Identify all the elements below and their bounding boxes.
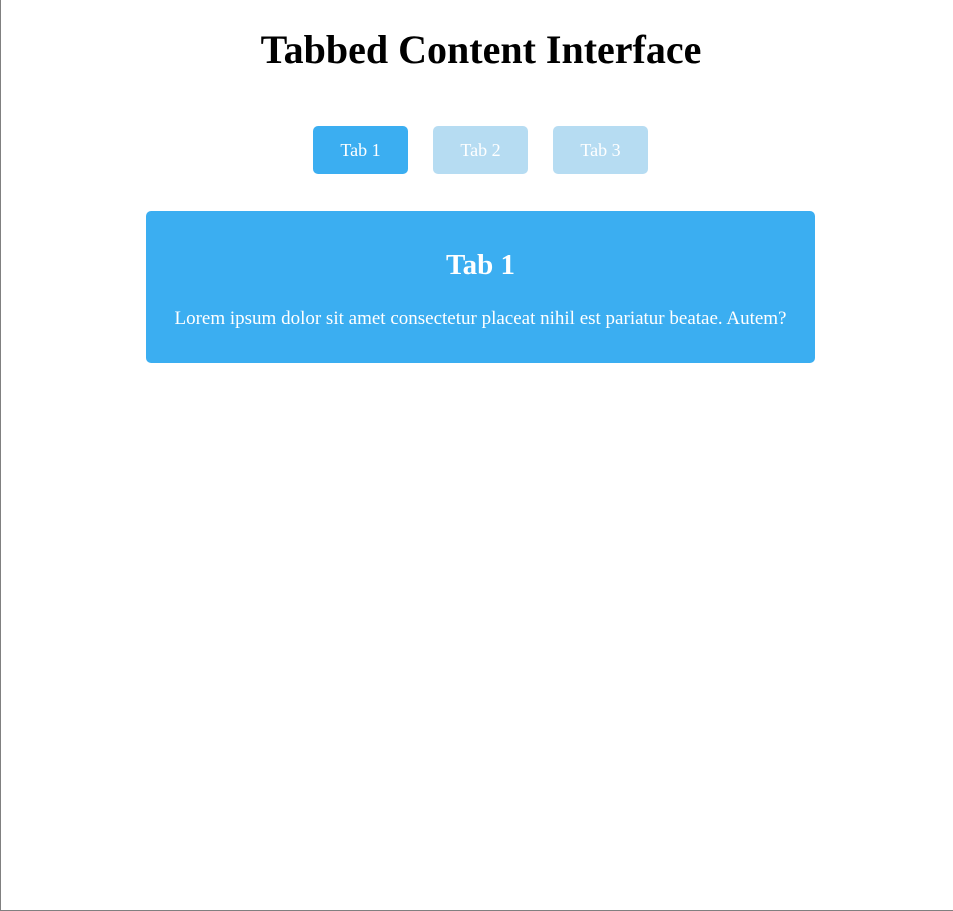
window-left-border <box>0 0 1 911</box>
tab-content-panel: Tab 1 Lorem ipsum dolor sit amet consect… <box>146 211 815 363</box>
tab-1[interactable]: Tab 1 <box>313 126 408 174</box>
page-title: Tabbed Content Interface <box>260 27 702 72</box>
tab-content-text: Lorem ipsum dolor sit amet consectetur p… <box>174 308 787 329</box>
tab-content-title: Tab 1 <box>445 249 516 281</box>
tab-2[interactable]: Tab 2 <box>433 126 528 174</box>
tab-3[interactable]: Tab 3 <box>553 126 648 174</box>
